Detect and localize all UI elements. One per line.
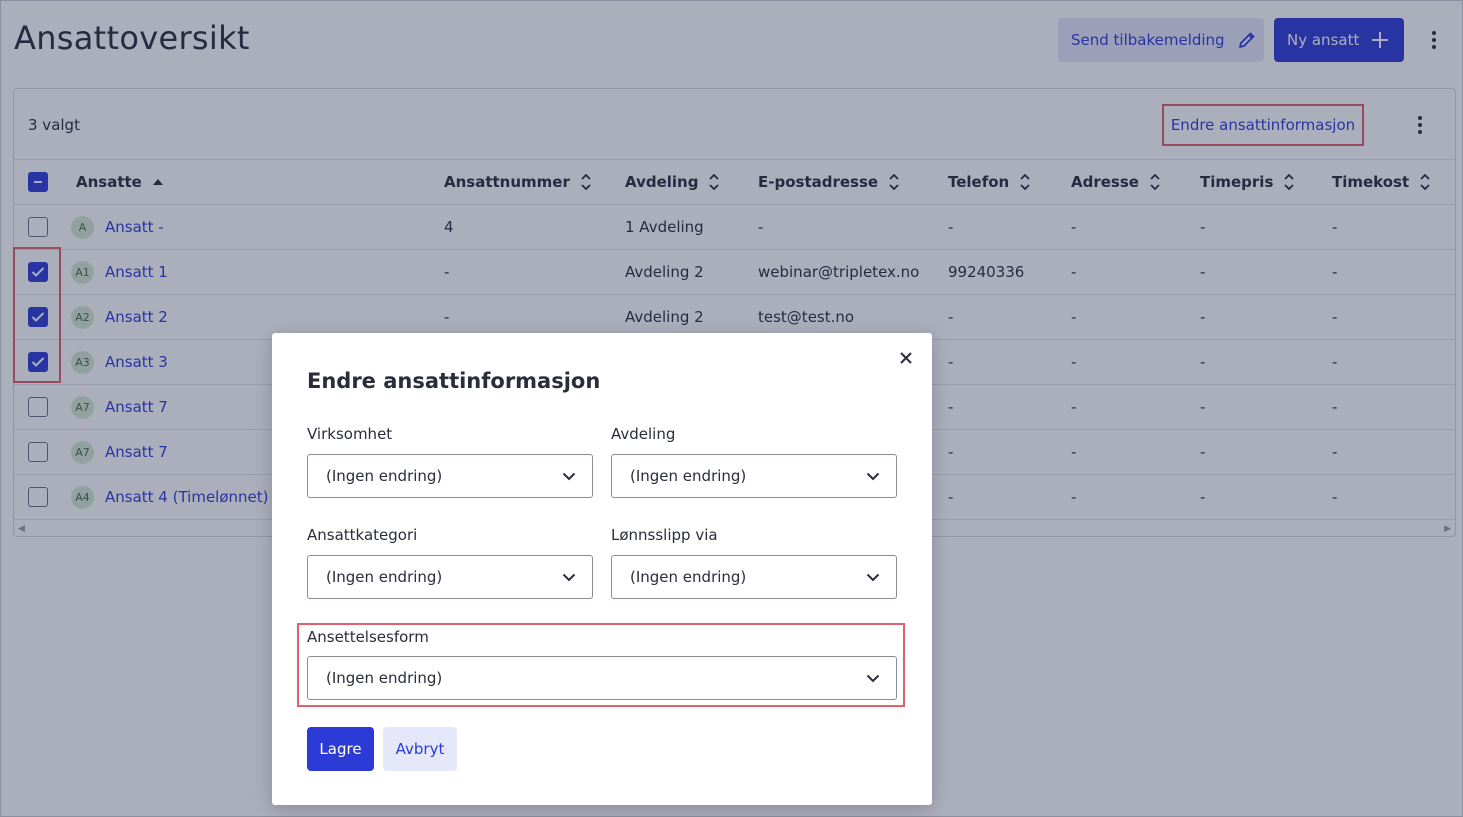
close-icon[interactable] — [897, 349, 915, 367]
ansettelsesform-label: Ansettelsesform — [307, 628, 429, 646]
dialog-title: Endre ansattinformasjon — [307, 369, 601, 393]
chevron-down-icon — [562, 472, 576, 480]
cancel-button[interactable]: Avbryt — [383, 727, 457, 771]
ansettelsesform-select[interactable]: (Ingen endring) — [307, 656, 897, 700]
chevron-down-icon — [866, 674, 880, 682]
lonnsslipp-select[interactable]: (Ingen endring) — [611, 555, 897, 599]
avdeling-label: Avdeling — [611, 425, 676, 443]
chevron-down-icon — [866, 573, 880, 581]
chevron-down-icon — [562, 573, 576, 581]
chevron-down-icon — [866, 472, 880, 480]
virksomhet-select[interactable]: (Ingen endring) — [307, 454, 593, 498]
lonnsslipp-label: Lønnsslipp via — [611, 526, 718, 544]
edit-employee-dialog: Endre ansattinformasjon Virksomhet (Inge… — [272, 333, 932, 805]
avdeling-select[interactable]: (Ingen endring) — [611, 454, 897, 498]
ansattkategori-select[interactable]: (Ingen endring) — [307, 555, 593, 599]
ansattkategori-label: Ansattkategori — [307, 526, 418, 544]
virksomhet-label: Virksomhet — [307, 425, 393, 443]
save-button[interactable]: Lagre — [307, 727, 374, 771]
